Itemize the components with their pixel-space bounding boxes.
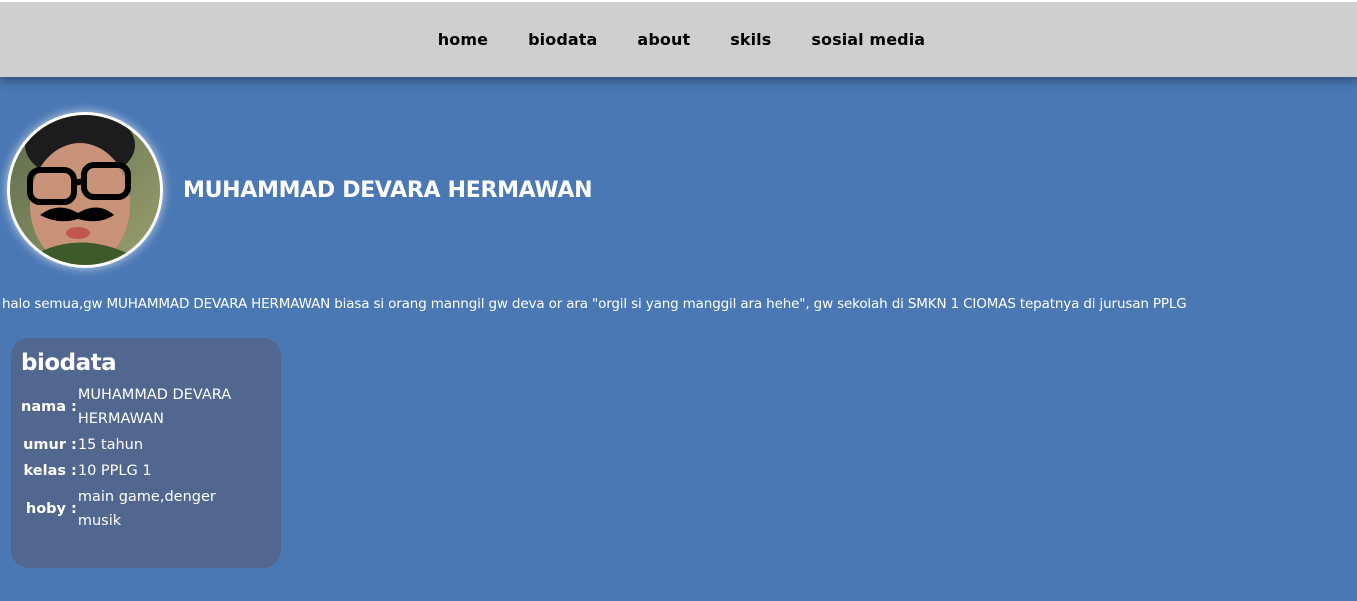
biodata-row-hoby: hoby : main game,denger musik (21, 484, 258, 534)
biodata-row-umur: umur : 15 tahun (21, 432, 258, 458)
biodata-value: 10 PPLG 1 (77, 463, 152, 479)
biodata-key: kelas : (23, 463, 77, 479)
biodata-value: 15 tahun (77, 437, 144, 453)
nav-item-skils: skils (730, 30, 771, 49)
biodata-value: MUHAMMAD DEVARA HERMAWAN (77, 387, 232, 427)
nav-link-about[interactable]: about (637, 30, 690, 49)
nav-link-home[interactable]: home (438, 30, 488, 49)
nav-list: home biodata about skils sosial media (432, 30, 925, 49)
nav-link-skils[interactable]: skils (730, 30, 771, 49)
nav-link-sosial-media[interactable]: sosial media (811, 30, 925, 49)
biodata-row-nama: nama : MUHAMMAD DEVARA HERMAWAN (21, 382, 258, 432)
navbar: home biodata about skils sosial media (0, 0, 1357, 77)
intro-text: halo semua,gw MUHAMMAD DEVARA HERMAWAN b… (2, 296, 1187, 312)
biodata-key: hoby : (25, 501, 77, 517)
biodata-row-kelas: kelas : 10 PPLG 1 (21, 458, 258, 484)
avatar-photo-icon (10, 115, 160, 265)
nav-link-biodata[interactable]: biodata (528, 30, 597, 49)
nav-item-biodata: biodata (528, 30, 597, 49)
biodata-value: main game,denger musik (77, 489, 216, 529)
nav-item-about: about (637, 30, 690, 49)
biodata-key: umur : (23, 437, 77, 453)
profile-name: MUHAMMAD DEVARA HERMAWAN (183, 177, 593, 203)
biodata-key: nama : (21, 399, 77, 415)
profile-header: MUHAMMAD DEVARA HERMAWAN (7, 112, 593, 268)
nav-item-home: home (438, 30, 488, 49)
biodata-title: biodata (21, 350, 117, 376)
avatar (7, 112, 163, 268)
nav-item-sosial-media: sosial media (811, 30, 925, 49)
biodata-card: biodata nama : MUHAMMAD DEVARA HERMAWAN … (11, 338, 281, 568)
biodata-table: nama : MUHAMMAD DEVARA HERMAWAN umur : 1… (21, 382, 258, 534)
